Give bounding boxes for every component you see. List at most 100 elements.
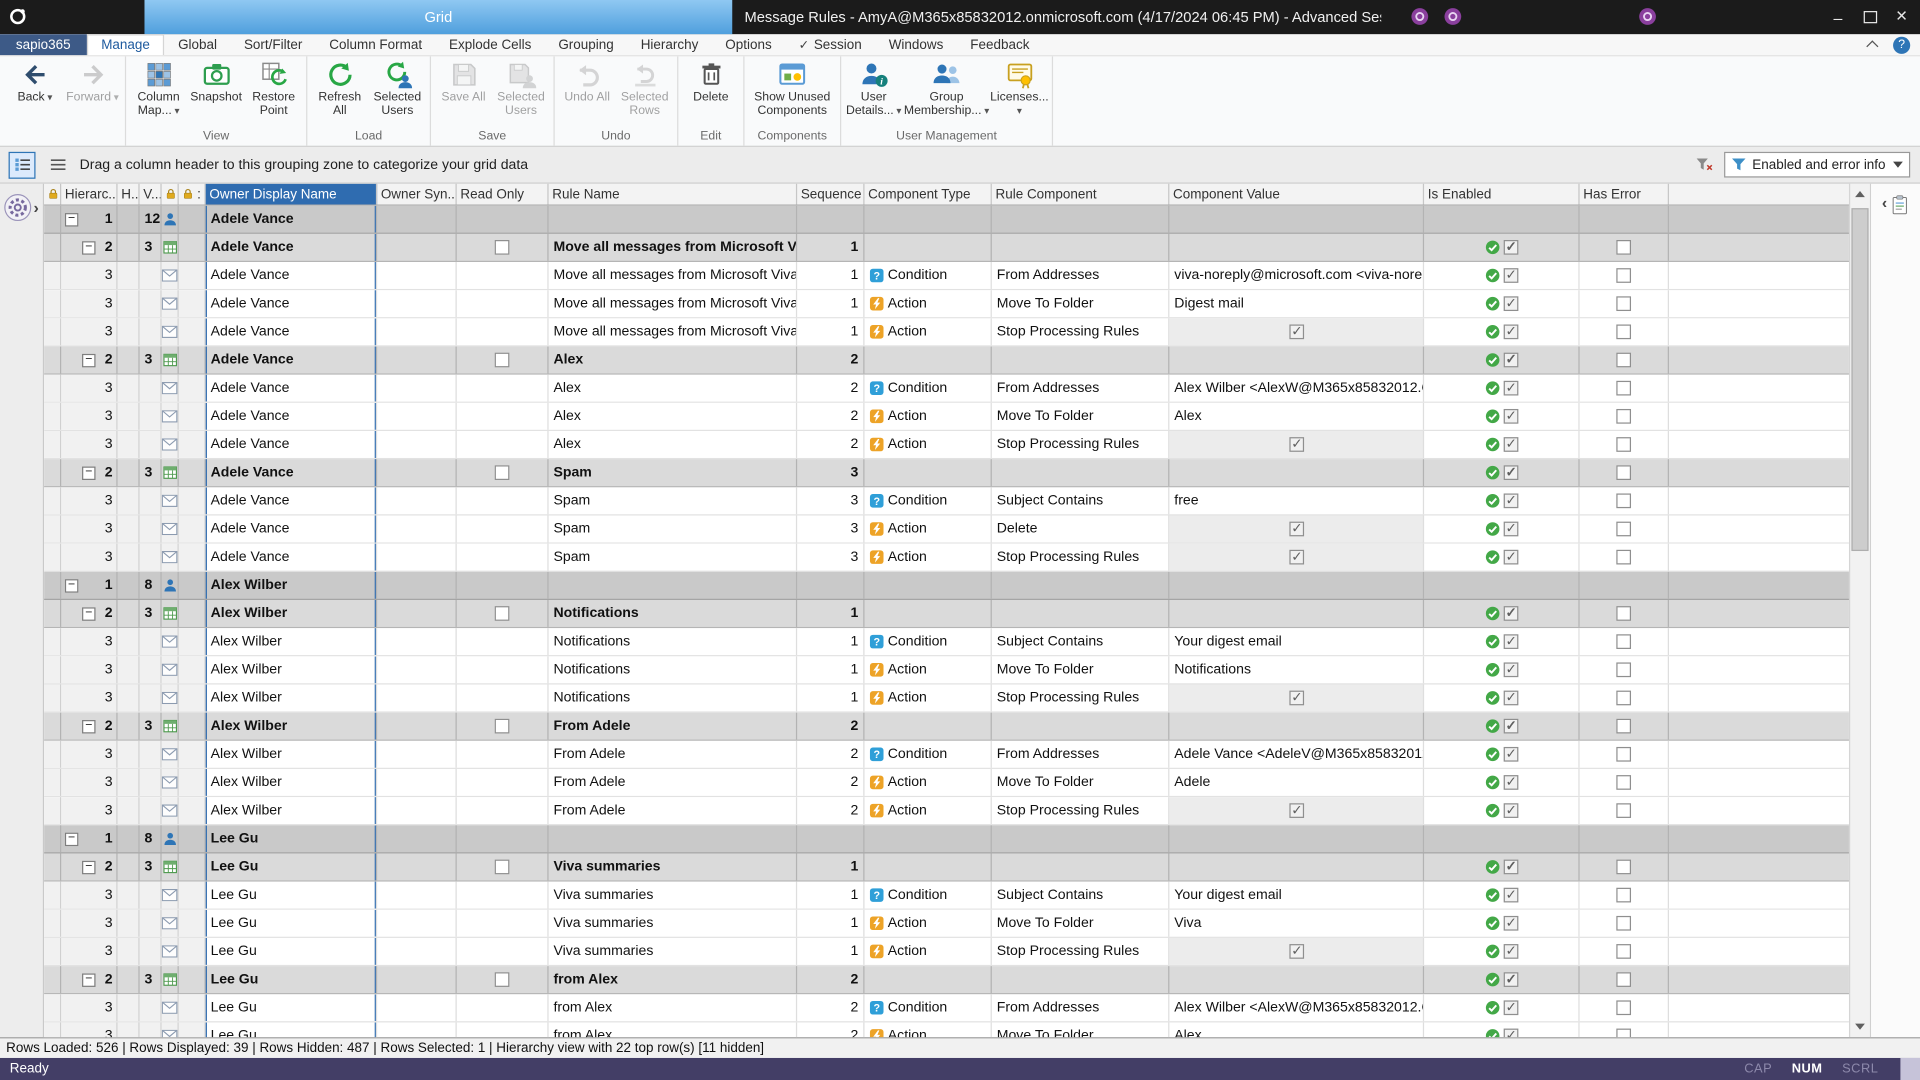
show-unused-components-button[interactable]: Show Unused Components — [748, 58, 836, 118]
delete-button[interactable]: Delete — [682, 58, 740, 105]
column-header-component-value[interactable]: Component Value — [1169, 184, 1424, 205]
has-error-checkbox[interactable] — [1616, 860, 1631, 875]
grid-row[interactable]: 3Lee Gufrom Alex2?ConditionFrom Addresse… — [44, 994, 1849, 1022]
has-error-checkbox[interactable] — [1616, 268, 1631, 283]
document-tab-grid[interactable]: Grid — [144, 0, 732, 34]
tab-feedback[interactable]: Feedback — [957, 34, 1043, 55]
has-error-checkbox[interactable] — [1616, 324, 1631, 339]
has-error-checkbox[interactable] — [1616, 803, 1631, 818]
expander-collapse-button[interactable] — [65, 832, 78, 845]
grid-row[interactable]: 3Alex WilberNotifications1ActionStop Pro… — [44, 684, 1849, 712]
tab-sort-filter[interactable]: Sort/Filter — [230, 34, 315, 55]
read-only-checkbox[interactable] — [495, 353, 510, 368]
column-header-rule-component[interactable]: Rule Component — [992, 184, 1170, 205]
expander-collapse-button[interactable] — [82, 973, 95, 986]
tab-options[interactable]: Options — [712, 34, 785, 55]
tab-explode-cells[interactable]: Explode Cells — [436, 34, 545, 55]
maximize-button[interactable] — [1854, 0, 1886, 34]
is-enabled-checkbox[interactable] — [1503, 916, 1518, 931]
column-map-button[interactable]: Column Map... — [130, 58, 188, 118]
expander-collapse-button[interactable] — [65, 579, 78, 592]
grid-row[interactable]: 3Alex WilberFrom Adele2?ConditionFrom Ad… — [44, 741, 1849, 769]
has-error-checkbox[interactable] — [1616, 691, 1631, 706]
grid-row[interactable]: 3Lee Gufrom Alex2ActionMove To FolderAle… — [44, 1022, 1849, 1037]
grid-row[interactable]: 3Lee GuViva summaries1?ConditionSubject … — [44, 882, 1849, 910]
notification-badge-icon[interactable] — [1444, 7, 1462, 25]
has-error-checkbox[interactable] — [1616, 606, 1631, 621]
read-only-checkbox[interactable] — [495, 719, 510, 734]
read-only-checkbox[interactable] — [495, 606, 510, 621]
is-enabled-checkbox[interactable] — [1503, 972, 1518, 987]
scroll-down-button[interactable] — [1850, 1016, 1870, 1037]
grid-row[interactable]: 3Alex WilberNotifications1ActionMove To … — [44, 656, 1849, 684]
resize-grip[interactable] — [1900, 1058, 1920, 1080]
is-enabled-checkbox[interactable] — [1503, 860, 1518, 875]
close-button[interactable] — [1886, 0, 1918, 34]
clear-filter-button[interactable] — [1696, 158, 1713, 171]
component-value-checkbox[interactable] — [1289, 550, 1304, 565]
undo-all-button[interactable]: Undo All — [558, 58, 616, 105]
is-enabled-checkbox[interactable] — [1503, 691, 1518, 706]
has-error-checkbox[interactable] — [1616, 944, 1631, 959]
grid-row[interactable]: 112Adele Vance — [44, 206, 1849, 234]
filter-preset-dropdown[interactable]: Enabled and error info — [1724, 152, 1910, 178]
has-error-checkbox[interactable] — [1616, 747, 1631, 762]
column-header-sequence[interactable]: Sequence — [797, 184, 864, 205]
has-error-checkbox[interactable] — [1616, 493, 1631, 508]
grid-row[interactable]: 3Adele VanceSpam3ActionDelete — [44, 516, 1849, 544]
has-error-checkbox[interactable] — [1616, 522, 1631, 537]
app-menu-button[interactable]: sapio365 — [0, 34, 87, 55]
read-only-checkbox[interactable] — [495, 860, 510, 875]
is-enabled-checkbox[interactable] — [1503, 296, 1518, 311]
column-header-rule-name[interactable]: Rule Name — [549, 184, 798, 205]
is-enabled-checkbox[interactable] — [1503, 465, 1518, 480]
is-enabled-checkbox[interactable] — [1503, 550, 1518, 565]
component-value-checkbox[interactable] — [1289, 691, 1304, 706]
user-details-button[interactable]: iUser Details... — [845, 58, 903, 118]
help-icon[interactable] — [1893, 36, 1910, 53]
notification-badge-icon[interactable] — [1638, 7, 1656, 25]
tab-hierarchy[interactable]: Hierarchy — [627, 34, 712, 55]
grid-row[interactable]: 23Adele VanceAlex2 — [44, 347, 1849, 375]
is-enabled-checkbox[interactable] — [1503, 719, 1518, 734]
minimize-button[interactable] — [1822, 0, 1854, 34]
is-enabled-checkbox[interactable] — [1503, 324, 1518, 339]
grid-row[interactable]: 3Alex WilberNotifications1?ConditionSubj… — [44, 628, 1849, 656]
expander-collapse-button[interactable] — [82, 466, 95, 479]
notification-badge-icon[interactable] — [1411, 7, 1429, 25]
is-enabled-checkbox[interactable] — [1503, 634, 1518, 649]
grid-row[interactable]: 3Lee GuViva summaries1ActionMove To Fold… — [44, 910, 1849, 938]
selected-rows-button[interactable]: Selected Rows — [616, 58, 674, 118]
has-error-checkbox[interactable] — [1616, 296, 1631, 311]
column-header-lock-4[interactable] — [162, 184, 179, 205]
has-error-checkbox[interactable] — [1616, 888, 1631, 903]
grid-row[interactable]: 3Lee GuViva summaries1ActionStop Process… — [44, 938, 1849, 966]
has-error-checkbox[interactable] — [1616, 409, 1631, 424]
tab-manage[interactable]: Manage — [87, 34, 165, 55]
grid-row[interactable]: 3Adele VanceAlex2ActionMove To FolderAle… — [44, 403, 1849, 431]
grid-row[interactable]: 3Adele VanceSpam3?ConditionSubject Conta… — [44, 487, 1849, 515]
has-error-checkbox[interactable] — [1616, 775, 1631, 790]
is-enabled-checkbox[interactable] — [1503, 1000, 1518, 1015]
panel-clipboard-icon[interactable] — [1891, 195, 1909, 216]
flat-view-toggle-button[interactable] — [44, 151, 71, 178]
is-enabled-checkbox[interactable] — [1503, 775, 1518, 790]
has-error-checkbox[interactable] — [1616, 1000, 1631, 1015]
grid-row[interactable]: 3Alex WilberFrom Adele2ActionMove To Fol… — [44, 769, 1849, 797]
is-enabled-checkbox[interactable] — [1503, 888, 1518, 903]
tab-session[interactable]: Session — [785, 34, 875, 55]
component-value-checkbox[interactable] — [1289, 324, 1304, 339]
is-enabled-checkbox[interactable] — [1503, 409, 1518, 424]
is-enabled-checkbox[interactable] — [1503, 662, 1518, 677]
is-enabled-checkbox[interactable] — [1503, 268, 1518, 283]
component-value-checkbox[interactable] — [1289, 437, 1304, 452]
is-enabled-checkbox[interactable] — [1503, 437, 1518, 452]
read-only-checkbox[interactable] — [495, 465, 510, 480]
is-enabled-checkbox[interactable] — [1503, 240, 1518, 255]
hierarchy-view-toggle-button[interactable] — [9, 151, 36, 178]
grid-row[interactable]: 23Adele VanceSpam3 — [44, 459, 1849, 487]
grid-row[interactable]: 23Lee Gufrom Alex2 — [44, 966, 1849, 994]
is-enabled-checkbox[interactable] — [1503, 606, 1518, 621]
vertical-scrollbar[interactable] — [1849, 184, 1870, 1037]
is-enabled-checkbox[interactable] — [1503, 1029, 1518, 1038]
